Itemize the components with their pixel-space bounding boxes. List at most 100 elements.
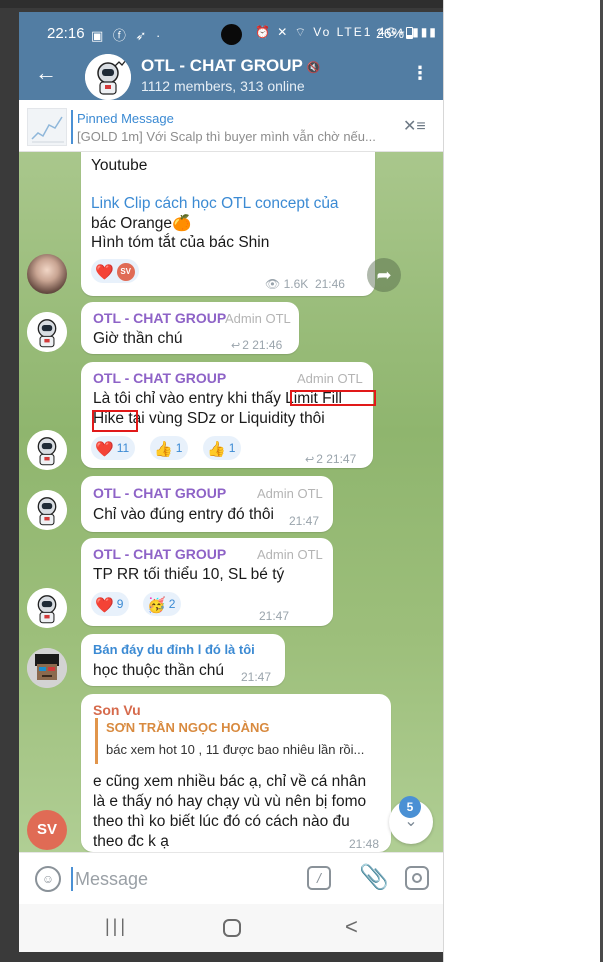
reaction-thumbs-up[interactable]: 👍 1 [150,436,189,460]
reaction-heart[interactable]: ❤️ 9 [91,592,130,616]
message-time: 21:47 [241,670,272,684]
message-sender[interactable]: OTL - CHAT GROUP [93,310,226,326]
back-arrow-icon[interactable]: ← [35,62,57,84]
chat-messages[interactable]: Youtube Link Clip cách học OTL concept c… [19,152,443,852]
pinned-list-icon[interactable]: ✕≡ [403,116,426,136]
heart-icon: ❤️ [95,441,114,458]
group-admin-avatar[interactable] [27,490,67,530]
pinned-text: [GOLD 1m] Với Scalp thì buyer mình vẫn c… [77,129,376,144]
party-face-icon: 🥳 [147,597,166,614]
camera-icon[interactable] [405,866,429,890]
quoted-sender: SƠN TRẦN NGỌC HOÀNG [106,720,270,735]
reactor-avatar: SV [116,263,135,281]
user-avatar[interactable] [27,648,67,688]
notification-icons: ▣ ⓕ ➶ · [91,28,164,43]
android-nav-bar: ||| < [19,904,443,952]
group-admin-avatar[interactable] [27,312,67,352]
battery-icon [406,27,414,39]
battery-indicator: 26% [376,25,414,41]
reply-icon: ↩ [231,340,241,352]
group-subtitle: 1112 members, 313 online [141,78,305,94]
message-text: là e thấy nó hay chạy vù vù nên bị fomo [93,793,367,810]
reaction-count: 1 [175,441,183,455]
eye-icon: 👁 [265,277,284,291]
astronaut-icon [27,588,67,628]
message-sender[interactable]: Son Vu [93,702,141,718]
reaction-count: 2 [168,597,176,611]
message-link[interactable]: Link Clip cách học OTL concept của [91,194,339,214]
reaction-party[interactable]: 🥳 2 [143,592,182,616]
pixel-art-avatar-icon [27,648,67,688]
bot-command-icon[interactable]: / [307,866,331,890]
emoji-icon[interactable]: ☺ [35,866,61,892]
message-text: Hình tóm tắt của bác Shin [91,234,270,251]
message-meta: ↩ 2 21:46 [231,338,282,352]
message-time: 21:47 [326,452,357,466]
message-text: học thuộc thần chú [93,662,224,679]
reply-icon: ↩ [305,454,315,466]
attach-icon[interactable]: 📎 [359,863,389,892]
user-avatar[interactable]: SV [27,810,67,850]
reaction-heart[interactable]: ❤️ 11 [91,436,136,460]
heart-icon: ❤️ [95,264,114,281]
message-time: 21:46 [252,338,283,352]
view-count: 1.6K [283,277,309,291]
message-meta: ↩ 2 21:47 [305,452,356,466]
reaction-heart[interactable]: ❤️ SV [91,259,139,283]
quoted-reply[interactable]: SƠN TRẦN NGỌC HOÀNG bác xem hot 10 , 11 … [95,718,390,764]
astronaut-icon [85,54,131,100]
heart-icon: ❤️ [95,597,114,614]
astronaut-icon [27,490,67,530]
phone-screen: 22:16 ▣ ⓕ ➶ · ⏰ ✕ ⌔ Vo LTE1 4G+ ▮▮▮ 26% … [19,12,443,952]
highlight-box [290,390,376,406]
blank-side-panel [443,0,603,962]
message-sender[interactable]: Bán đáy du đỉnh l đó là tôi [93,642,255,657]
reaction-thumbs-up[interactable]: 👍 1 [203,436,242,460]
message-sender[interactable]: OTL - CHAT GROUP [93,485,226,501]
home-icon[interactable] [223,919,241,937]
message-sender[interactable]: OTL - CHAT GROUP [93,546,226,562]
message-sender[interactable]: OTL - CHAT GROUP [93,370,226,386]
message-meta: 👁 1.6K 21:46 [265,277,345,291]
highlight-box [92,410,138,432]
message-text: theo đc k ạ [93,833,169,850]
group-admin-avatar[interactable] [27,588,67,628]
chat-header: 22:16 ▣ ⓕ ➶ · ⏰ ✕ ⌔ Vo LTE1 4G+ ▮▮▮ 26% … [19,12,443,100]
message-input[interactable] [75,865,295,893]
unread-badge: 5 [399,796,421,818]
astronaut-icon [27,312,67,352]
message-time: 21:46 [314,277,345,291]
group-title-text: OTL - CHAT GROUP [141,56,303,75]
reaction-count: 11 [116,441,130,455]
reaction-count: 1 [228,441,236,455]
group-title[interactable]: OTL - CHAT GROUP 🔇 [141,56,321,76]
thumbs-up-icon: 👍 [154,441,173,458]
thumbs-up-icon: 👍 [207,441,226,458]
status-time: 22:16 [47,25,85,42]
pinned-thumbnail [27,108,67,146]
group-avatar[interactable] [85,54,131,100]
reply-count: 2 [316,452,323,466]
message-text: TP RR tối thiểu 10, SL bé tý [93,566,285,583]
message-text: Chỉ vào đúng entry đó thôi [93,506,274,523]
more-menu-icon[interactable]: ⋮ [411,64,429,82]
message-text: Youtube [91,157,148,174]
forward-icon[interactable]: ➦ [367,258,401,292]
pinned-title: Pinned Message [77,111,174,126]
astronaut-icon [27,430,67,470]
message-text: theo thì ko biết lúc đó có cách nào đu [93,813,350,830]
user-avatar[interactable] [27,254,67,294]
admin-badge: Admin OTL [257,547,323,562]
reaction-count: 9 [116,597,124,611]
message-time: 21:47 [289,514,320,528]
nav-back-icon[interactable]: < [345,914,358,940]
mute-icon: 🔇 [306,62,321,74]
message-text: e cũng xem nhiều bác ạ, chỉ về cá nhân [93,773,367,790]
battery-level: 26% [376,25,405,41]
group-admin-avatar[interactable] [27,430,67,470]
message-text: bác Orange🍊 [91,215,192,232]
recent-apps-icon[interactable]: ||| [105,916,128,937]
message-time: 21:47 [259,609,290,623]
pinned-message-bar[interactable]: Pinned Message [GOLD 1m] Với Scalp thì b… [19,102,443,152]
message-text: Giờ thần chú [93,330,183,347]
